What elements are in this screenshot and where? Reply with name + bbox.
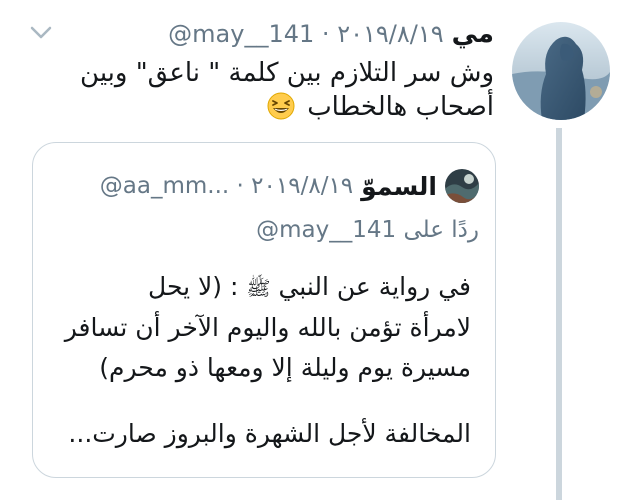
grinning-squinting-face-icon [267,92,295,120]
quoted-tweet-meta: @aa_mm... · ٢٠١٩/٨/١٩ [100,173,353,199]
tweet[interactable]: مي @may__141 · ٢٠١٩/٨/١٩ وش سر التلازم ب… [0,0,640,500]
reply-context: ردًا على @may__141 [256,217,479,243]
chevron-down-icon[interactable] [30,26,52,40]
quoted-tweet-body: في رواية عن النبي ﷺ : (لا يحل لامرأة تؤم… [51,267,471,454]
handle[interactable]: @may__141 [168,20,314,48]
quoted-line-1: في رواية عن النبي ﷺ : (لا يحل [51,267,471,308]
quoted-tweet-card[interactable]: السموّ @aa_mm... · ٢٠١٩/٨/١٩ ردًا على @m… [32,142,496,478]
separator: · [321,20,330,48]
tweet-meta: @may__141 · ٢٠١٩/٨/١٩ [168,20,443,48]
thread-line [556,128,562,500]
quoted-line-3: مسيرة يوم وليلة إلا ومعها ذو محرم) [99,353,471,382]
tweet-text: وش سر التلازم بين كلمة " ناعق" وبين أصحا… [34,56,494,124]
tweet-date[interactable]: ٢٠١٩/٨/١٩ [337,20,443,48]
reply-prefix: ردًا على [403,217,479,243]
tweet-header: مي @may__141 · ٢٠١٩/٨/١٩ [168,19,494,49]
avatar[interactable] [512,22,610,120]
quoted-avatar[interactable] [445,169,479,203]
honorific-glyph: ﷺ [246,276,271,300]
display-name[interactable]: مي [452,19,494,49]
quoted-tweet-header: السموّ @aa_mm... · ٢٠١٩/٨/١٩ [100,169,479,203]
quoted-line-2: لامرأة تؤمن بالله واليوم الآخر أن تسافر [64,313,471,342]
quoted-display-name[interactable]: السموّ [361,172,437,201]
separator: · [236,173,244,199]
reply-handle[interactable]: @may__141 [256,217,396,243]
quoted-tweet-date[interactable]: ٢٠١٩/٨/١٩ [251,173,353,199]
quoted-handle[interactable]: @aa_mm... [100,173,229,199]
quoted-line-4: المخالفة لأجل الشهرة والبروز صارت... [68,419,471,448]
